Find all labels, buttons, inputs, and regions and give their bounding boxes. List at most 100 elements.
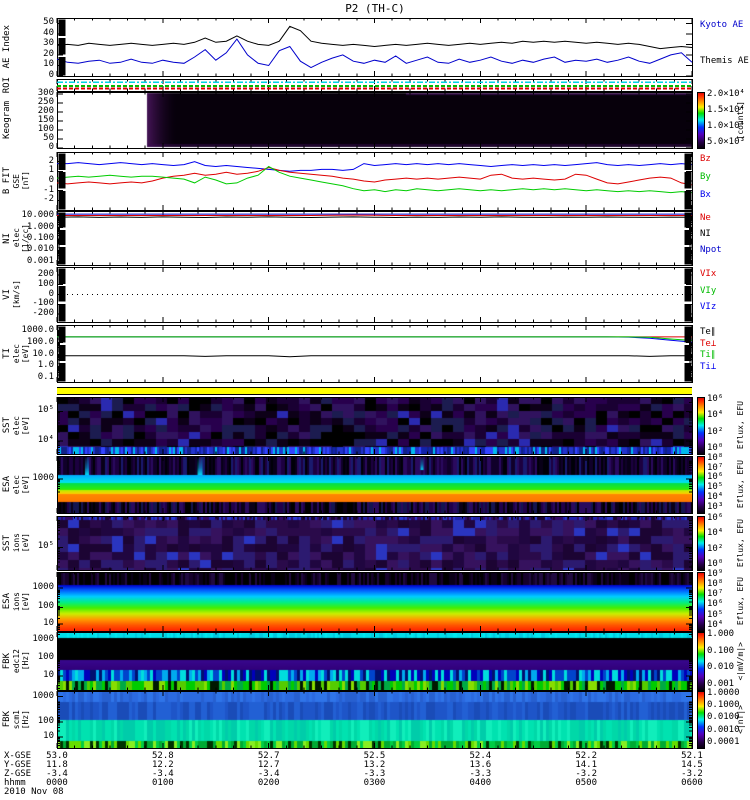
esa_elec-colorbar	[697, 456, 704, 513]
ni-right-bar-0	[684, 212, 692, 228]
vi-legend-VIx: VIx	[700, 269, 717, 279]
keogram-axis-label-line-0: Keogram	[2, 101, 12, 139]
sst_ion-colorbar	[697, 516, 704, 570]
xaxis-row-label-hhmm: hhmm	[4, 778, 26, 788]
ae-legend-Themis AE: Themis AE	[700, 56, 749, 66]
ni-y-ticks	[57, 212, 692, 265]
vi-axis-label: VI [km/s]	[2, 267, 53, 322]
ti-right-bar-0	[684, 326, 692, 343]
vi-y-ticks	[57, 274, 692, 315]
figure-title: P2 (TH-C)	[345, 2, 405, 15]
sst_elec-spectrogram-canvas	[57, 397, 692, 454]
xaxis-hhmm-2: 0200	[257, 778, 280, 788]
sst_elec-colorbar	[697, 397, 704, 454]
xaxis-hhmm-0: 0000	[46, 778, 68, 788]
ti-axis-label: TI elec [eV]	[2, 325, 53, 382]
xaxis-hhmm-5: 0500	[575, 778, 597, 788]
bfit-panel-frame	[57, 152, 693, 211]
bfit-x-ticks	[56, 152, 693, 210]
ni-panel-frame	[57, 211, 693, 266]
esa_ion-spectrogram-canvas	[57, 572, 692, 631]
sst_ion-axis-label-line-2: [eV]	[20, 533, 30, 553]
keogram-axis-label: Keogram	[2, 92, 53, 148]
sst_elec-axis-label-line-2: [eV]	[20, 415, 30, 436]
vi-left-bar-2	[58, 303, 66, 322]
sst_ion-cbar-unit-text: Eflux, EFU	[736, 518, 745, 568]
ni-left-bar-2	[58, 247, 66, 265]
bfit-axis-label-line-2: [nT]	[20, 171, 30, 191]
esa_ion-axis-label-line-2: [eV]	[20, 591, 30, 612]
esa_ion-colorbar	[697, 572, 704, 631]
bfit-series-Bx	[56, 165, 693, 194]
ti-right-bar-2	[684, 363, 692, 382]
ti-legend-Ti⊥: Ti⊥	[700, 362, 717, 372]
ti-panel-frame	[57, 325, 693, 383]
sst_elec-axis-label: SST elec [eV]	[2, 397, 53, 454]
xaxis-hhmm-3: 0300	[363, 778, 386, 788]
esa_elec-axis-label: ESA elec [eV]	[2, 456, 53, 513]
bfit-legend-By: By	[700, 172, 711, 182]
fbk_edc12-colorbar	[697, 632, 704, 690]
fbk_edc12-axis-label-line-2: [Hz]	[20, 651, 30, 671]
bfit-series-By	[56, 166, 693, 186]
vi-legend-VIy: VIy	[700, 285, 717, 296]
ae-panel-frame	[57, 18, 693, 77]
bfit-left-bar-1	[58, 172, 66, 189]
bfit-legend-Bx: Bx	[700, 190, 711, 200]
themis-summary-figure: P2 (TH-C) 2010 Nov 08 50 40 30 20 10 0 AE Inde…	[0, 0, 750, 800]
ae-left-bar-1	[58, 38, 66, 55]
ti-x-ticks	[56, 325, 693, 382]
ti-left-bar-2	[58, 363, 66, 382]
bfit-axis-label: B FIT GSE [nT]	[2, 152, 53, 210]
vi-left-bar-1	[58, 286, 66, 302]
sst_elec-cbar-unit: Eflux, EFU	[736, 397, 749, 454]
bfit-right-bar-1	[684, 172, 692, 189]
ae-left-bar-2	[58, 56, 66, 76]
ae-legend-Kyoto AE: Kyoto AE	[700, 20, 744, 30]
bfit-right-bar-0	[684, 153, 692, 170]
ni-left-bar-0	[58, 212, 66, 228]
bfit-left-bar-2	[58, 190, 66, 210]
bfit-left-bar-0	[58, 153, 66, 170]
sst_ion-spectrogram-canvas	[57, 516, 692, 570]
ti-series-Te∥	[57, 355, 692, 358]
ni-axis-label-line-2: [1/cc]	[20, 223, 30, 253]
keogram-canvas	[57, 92, 692, 148]
roi-panel-frame	[57, 79, 693, 92]
ae-y-ticks	[57, 22, 692, 77]
esa_ion-axis-label: ESA ions [eV]	[2, 572, 53, 631]
esa_elec-spectrogram-canvas	[57, 456, 692, 513]
vi-right-bar-2	[684, 303, 692, 322]
ti-legend-Te∥: Te∥	[700, 327, 716, 337]
ni-series-NI	[56, 216, 693, 219]
xaxis-hhmm-6: 0600	[681, 778, 703, 788]
ni-right-bar-2	[684, 247, 692, 265]
xaxis-hhmm-4: 0400	[469, 778, 492, 788]
sst_elec-cbar-unit-text: Eflux, EFU	[736, 401, 745, 450]
fbk_edc12-spectrogram-canvas	[57, 632, 692, 690]
ni-legend-Npot: Npot	[700, 245, 722, 255]
esa_ion-cbar-unit-text: Eflux, EFU	[736, 577, 745, 626]
ae-left-bar-0	[58, 19, 66, 36]
ti-series-Ti⊥	[57, 336, 693, 343]
vi-legend-VIz: VIz	[700, 302, 717, 312]
ae-axis-label-line-0: AE Index	[2, 25, 12, 69]
fbk_scm1-axis-label: FBK scm1 [Hz]	[2, 691, 53, 748]
ni-x-ticks	[56, 211, 693, 265]
esa_elec-cbar-unit-text: Eflux, EFU	[736, 460, 745, 509]
keogram-colorbar	[697, 92, 704, 148]
bfit-right-bar-2	[684, 190, 692, 210]
ti-y-ticks	[57, 326, 692, 382]
vi-axis-label-line-1: [km/s]	[11, 280, 21, 309]
esa_ion-cbar-unit: Eflux, EFU	[736, 572, 749, 631]
fbk_edc12-cbar-unit: <|mV/m|>	[736, 632, 749, 690]
ti-left-bar-0	[58, 326, 66, 343]
bfit-y-ticks	[57, 161, 692, 201]
keogram-cbar-unit-text: [counts]	[736, 100, 745, 140]
ni-legend-Ne: Ne	[700, 213, 711, 223]
esa_elec-axis-label-line-2: [eV]	[20, 474, 30, 495]
ti-right-bar-1	[684, 344, 692, 361]
ae-axis-label: AE Index	[2, 18, 53, 76]
vi-right-bar-1	[684, 286, 692, 302]
vi-x-ticks	[56, 267, 693, 322]
